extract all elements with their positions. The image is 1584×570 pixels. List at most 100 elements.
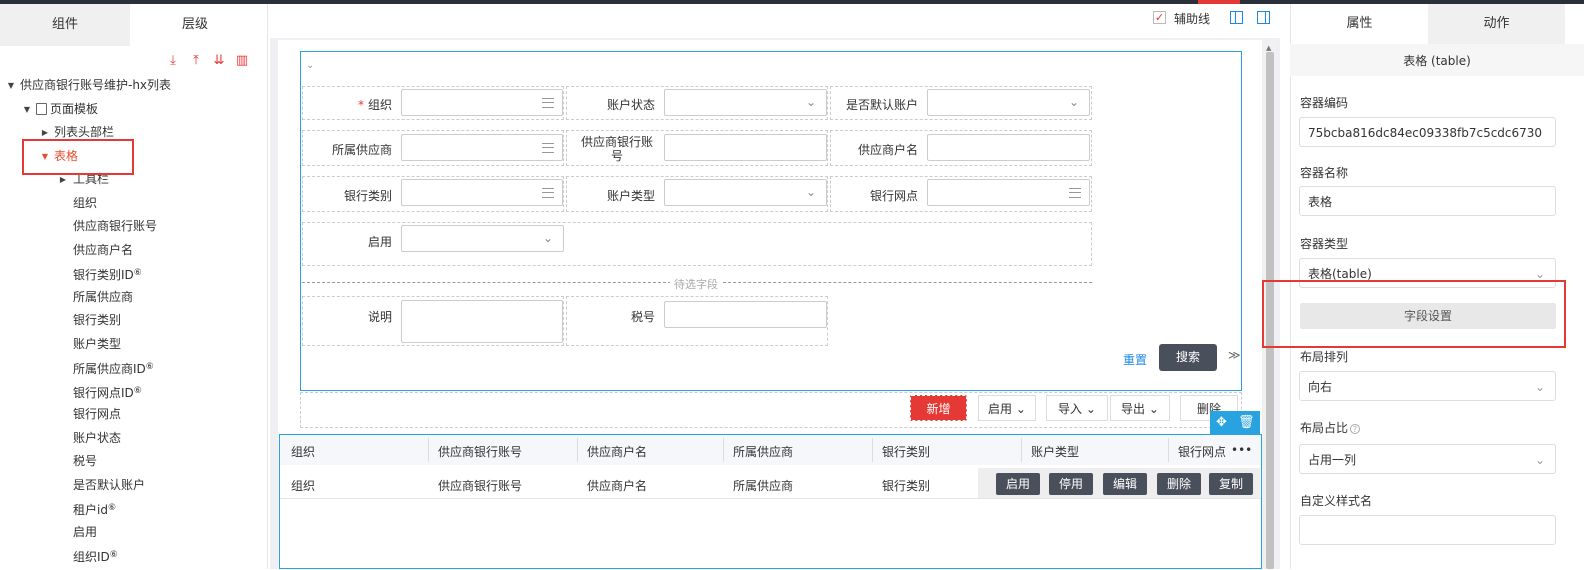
import-dropdown-button[interactable]: 导入 ⌄	[1046, 395, 1108, 421]
tree-node-label: 供应商银行账号	[73, 219, 158, 233]
tree-node-label: 租户id	[73, 503, 108, 517]
tab-properties[interactable]: 属性	[1291, 4, 1428, 44]
scroll-up-icon[interactable]: ▲	[1266, 44, 1271, 52]
chevron-down-icon: ⌄	[1085, 402, 1096, 416]
org-input[interactable]	[401, 89, 563, 116]
guide-checkbox[interactable]: ✓	[1153, 11, 1166, 24]
table-column-header[interactable]: 所属供应商	[733, 443, 793, 460]
bank-type-input[interactable]	[401, 179, 563, 206]
trash-icon[interactable]: 🗑	[1238, 411, 1255, 434]
ratio-select[interactable]: 占用一列 ⌄	[1299, 444, 1556, 474]
download-icon[interactable]: ⤓	[166, 54, 180, 68]
tree-node-label: 银行类别ID	[73, 268, 134, 282]
tree-node-label: 组织	[73, 195, 98, 210]
layout-select[interactable]: 向右 ⌄	[1299, 371, 1556, 401]
table-column-header[interactable]: 供应商银行账号	[438, 443, 522, 460]
account-name-input[interactable]	[927, 134, 1090, 161]
tree-node[interactable]: 账户类型	[0, 333, 268, 357]
container-code-input[interactable]: 75bcba816dc84ec09338fb7c5cdc6730	[1299, 117, 1556, 147]
search-button[interactable]: 搜索	[1159, 344, 1217, 371]
reset-link[interactable]: 重置	[1123, 351, 1147, 368]
tree-node[interactable]: 供应商银行账号	[0, 215, 268, 239]
table-cell: 供应商户名	[587, 479, 648, 493]
tree-node[interactable]: 银行类别	[0, 309, 268, 333]
table-column-header[interactable]: 组织	[291, 443, 315, 460]
account-type-label: 账户类型	[606, 189, 655, 203]
custom-style-input[interactable]	[1299, 515, 1556, 545]
upload-icon[interactable]: ⤒	[189, 54, 203, 68]
page-icon	[36, 102, 47, 115]
list-icon	[542, 143, 554, 153]
account-type-select[interactable]: ⌄	[664, 179, 827, 206]
row-action-button[interactable]: 启用	[996, 473, 1040, 495]
account-status-label: 账户状态	[606, 98, 655, 112]
tree-node[interactable]: 银行网点	[0, 403, 268, 427]
help-icon[interactable]: ?	[1350, 424, 1361, 434]
tree-node[interactable]: 银行类别ID⑥	[0, 262, 268, 286]
layout-left-icon[interactable]	[1230, 11, 1243, 24]
collapse-chevron-icon[interactable]: ⌄	[306, 60, 314, 71]
account-status-select[interactable]: ⌄	[664, 89, 827, 116]
tree-node[interactable]: 租户id⑥	[0, 497, 268, 521]
tree-node[interactable]: 所属供应商ID⑥	[0, 356, 268, 380]
tree-node[interactable]: 组织ID⑥	[0, 544, 268, 568]
tree-node[interactable]: 组织	[0, 192, 268, 216]
table-column-header[interactable]: 供应商户名	[587, 443, 647, 460]
container-name-input[interactable]: 表格	[1299, 186, 1556, 216]
row-action-button[interactable]: 复制	[1209, 473, 1253, 495]
tree-node[interactable]: 供应商户名	[0, 239, 268, 263]
tree-node-label: 供应商银行账号维护-hx列表	[20, 78, 172, 92]
enabled-select[interactable]: ⌄	[401, 225, 564, 252]
highlight-box	[1262, 280, 1566, 348]
tab-components[interactable]: 组件	[0, 4, 130, 46]
expand-icon[interactable]: ≫	[1228, 348, 1241, 362]
tree-toolbar: ⤓ ⤒ ⇊ ▥	[0, 46, 267, 74]
more-columns-icon[interactable]: •••	[1231, 443, 1252, 457]
tree-node[interactable]: 银行网点ID⑥	[0, 380, 268, 404]
table-cell: 组织	[291, 479, 316, 493]
table-column-header[interactable]: 银行网点	[1178, 443, 1226, 460]
table-move-delete-bar: ✥ 🗑	[1210, 411, 1260, 434]
list-icon	[542, 98, 554, 108]
tree-node[interactable]: 所属供应商	[0, 286, 268, 310]
column-divider	[872, 438, 873, 462]
container-code-label: 容器编码	[1300, 96, 1349, 110]
column-divider	[577, 438, 578, 462]
tree-node[interactable]: 税号	[0, 450, 268, 474]
selection-highlight	[22, 139, 134, 175]
caret-down-icon[interactable]: ▼	[22, 98, 32, 122]
row-action-button[interactable]: 停用	[1049, 473, 1093, 495]
tab-actions[interactable]: 动作	[1428, 4, 1565, 44]
right-tabs: 属性 动作	[1291, 4, 1584, 44]
import-label: 导入	[1058, 402, 1083, 416]
tree-node[interactable]: ▼ 页面模板	[0, 98, 268, 122]
table-column-header[interactable]: 账户类型	[1031, 443, 1079, 460]
bank-branch-input[interactable]	[927, 179, 1090, 206]
tree-node-label: 组织ID	[73, 550, 110, 564]
table-column-header[interactable]: 银行类别	[882, 443, 930, 460]
row-action-button[interactable]: 编辑	[1103, 473, 1147, 495]
supplier-input[interactable]	[401, 134, 563, 161]
sort-icon[interactable]: ⇊	[212, 54, 226, 68]
tree-node-label: 页面模板	[50, 101, 99, 116]
tree-node[interactable]: 启用	[0, 521, 268, 545]
bank-branch-label: 银行网点	[869, 189, 918, 203]
new-button[interactable]: 新增	[910, 395, 967, 421]
export-dropdown-button[interactable]: 导出 ⌄	[1110, 395, 1170, 421]
tree-node[interactable]: ▼ 供应商银行账号维护-hx列表	[0, 74, 268, 98]
row-action-button[interactable]: 删除	[1157, 473, 1201, 495]
is-default-select[interactable]: ⌄	[927, 89, 1090, 116]
enable-label: 启用	[988, 402, 1013, 416]
chevron-down-icon: ⌄	[1534, 453, 1545, 467]
enable-dropdown-button[interactable]: 启用 ⌄	[978, 395, 1036, 421]
tab-hierarchy[interactable]: 层级	[130, 4, 260, 46]
tree-node[interactable]: 是否默认账户	[0, 474, 268, 498]
bar-chart-icon[interactable]: ▥	[235, 54, 249, 68]
tax-input[interactable]	[664, 301, 827, 328]
bank-account-input[interactable]	[664, 134, 827, 161]
move-icon[interactable]: ✥	[1216, 411, 1227, 434]
tree-node[interactable]: 账户状态	[0, 427, 268, 451]
layout-right-icon[interactable]	[1257, 11, 1270, 24]
caret-down-icon[interactable]: ▼	[6, 74, 16, 98]
desc-textarea[interactable]	[401, 300, 563, 343]
